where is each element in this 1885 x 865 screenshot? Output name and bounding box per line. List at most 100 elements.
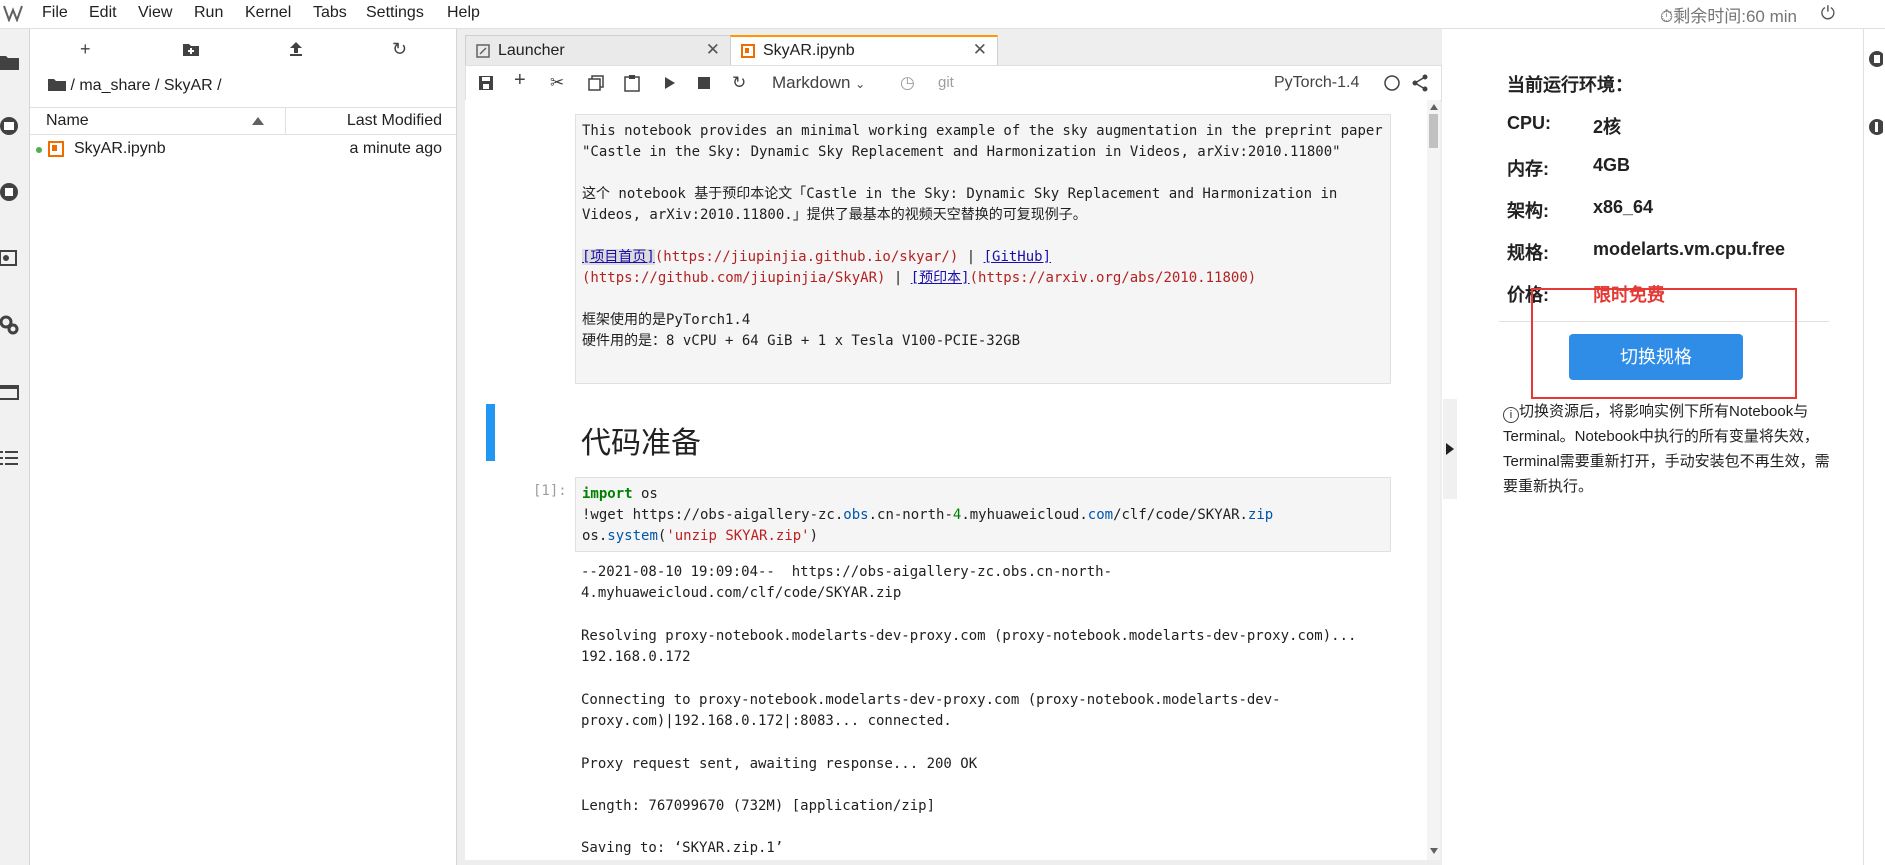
upload-icon[interactable] (288, 41, 304, 57)
menu-help[interactable]: Help (447, 4, 480, 22)
paste-icon[interactable] (624, 74, 640, 92)
tabs-icon[interactable] (0, 381, 20, 403)
section-heading[interactable]: 代码准备 (581, 418, 701, 462)
environment-title: 当前运行环境： (1507, 75, 1633, 95)
power-icon[interactable]: ⏻ (1821, 3, 1835, 24)
breadcrumb-path[interactable]: / ma_share / SkyAR / (70, 77, 221, 94)
new-launcher-icon[interactable]: + (80, 39, 91, 60)
code-cell-1[interactable]: import os !wget https://obs-aigallery-zc… (575, 477, 1391, 552)
code-text: .myhuaweicloud. (961, 507, 1088, 523)
column-divider[interactable] (285, 108, 286, 134)
link-preprint[interactable]: [预印本] (911, 270, 970, 286)
menu-view[interactable]: View (138, 4, 172, 22)
scroll-thumb[interactable] (1429, 114, 1438, 148)
timer-icon: ⏱ (1659, 7, 1674, 26)
cell-type-select[interactable]: Markdown ⌄ (772, 73, 865, 93)
code-text: /clf/code/SKYAR. (1113, 507, 1248, 523)
refresh-icon[interactable]: ↻ (392, 39, 407, 60)
run-icon[interactable] (664, 77, 676, 89)
notebook-icon (48, 141, 64, 157)
output-line: --2021-08-10 19:09:04-- https://obs-aiga… (581, 564, 1113, 601)
share-icon[interactable] (1412, 74, 1428, 92)
jupyter-logo-icon (3, 5, 23, 22)
folder-icon[interactable] (48, 77, 66, 91)
link-github[interactable]: [GitHub] (984, 249, 1051, 265)
close-icon[interactable]: ✕ (706, 40, 720, 60)
tab-label: Launcher (498, 42, 565, 59)
scroll-up-icon[interactable] (1430, 104, 1438, 110)
file-list-header: Name Last Modified (30, 107, 456, 135)
separator: | (958, 249, 984, 265)
timer-text: 剩余时间:60 min (1673, 7, 1797, 26)
menu-file[interactable]: File (42, 4, 68, 22)
folder-icon[interactable] (0, 51, 20, 73)
stop-kernel-icon[interactable] (698, 77, 710, 89)
new-folder-icon[interactable] (182, 41, 200, 57)
tab-bar: Launcher ✕ SkyAR.ipynb ✕ (465, 35, 1440, 66)
code-attr: system (607, 528, 658, 544)
cell-prompt: [1]: (533, 483, 567, 499)
switch-warning-note: i 切换资源后，将影响实例下所有Notebook与Terminal。Noteboo… (1503, 399, 1843, 499)
code-text: os. (582, 528, 608, 544)
chevron-right-icon (1446, 443, 1454, 455)
link-preprint-url: (https://arxiv.org/abs/2010.11800) (969, 270, 1257, 286)
history-icon[interactable]: ◷ (900, 73, 915, 93)
column-name[interactable]: Name (46, 112, 89, 130)
code-text: .cn-north- (868, 507, 953, 523)
kernel-status-icon (1384, 75, 1400, 91)
close-icon[interactable]: ✕ (973, 40, 987, 60)
menu-settings[interactable]: Settings (366, 4, 424, 22)
cpu-label: CPU: (1507, 113, 1551, 133)
tab-launcher[interactable]: Launcher ✕ (465, 35, 731, 65)
file-name[interactable]: SkyAR.ipynb (74, 140, 166, 158)
save-icon[interactable] (478, 75, 494, 91)
collapse-panel-button[interactable] (1443, 399, 1457, 499)
code-text: !wget https://obs-aigallery-zc. (582, 507, 844, 523)
notebook-content[interactable]: This notebook provides an minimal workin… (465, 100, 1427, 860)
breadcrumb: / ma_share / SkyAR / (48, 77, 222, 95)
hardware-text: 硬件用的是：8 vCPU + 64 GiB + 1 x Tesla V100-P… (582, 333, 1021, 349)
tab-skyar-notebook[interactable]: SkyAR.ipynb ✕ (730, 35, 998, 66)
debugger-icon[interactable] (1867, 117, 1883, 137)
cpu-value: 2核 (1593, 117, 1622, 137)
menu-kernel[interactable]: Kernel (245, 4, 291, 22)
cut-icon[interactable]: ✂ (550, 73, 564, 93)
menu-tabs[interactable]: Tabs (313, 4, 347, 22)
stop-icon[interactable] (0, 181, 20, 203)
running-icon[interactable] (0, 115, 20, 137)
memory-label: 内存: (1507, 159, 1549, 179)
property-inspector-icon[interactable] (1867, 49, 1883, 69)
code-attr: com (1087, 507, 1114, 523)
git-button[interactable]: git (938, 74, 954, 91)
file-row[interactable]: SkyAR.ipynb a minute ago (30, 139, 456, 163)
code-attr: obs (843, 507, 869, 523)
output-line: Saving to: ‘SKYAR.zip.1’ (581, 840, 784, 856)
highlight-box (1531, 288, 1797, 399)
markdown-cell-intro[interactable]: This notebook provides an minimal workin… (575, 114, 1391, 384)
output-line: Connecting to proxy-notebook.modelarts-d… (581, 692, 1281, 729)
scroll-down-icon[interactable] (1430, 848, 1438, 854)
settings-icon[interactable] (0, 314, 20, 336)
arch-value: x86_64 (1593, 197, 1654, 217)
insert-cell-icon[interactable]: + (514, 69, 526, 92)
sort-up-icon[interactable] (252, 117, 264, 125)
cell-type-value: Markdown (772, 73, 851, 92)
file-modified: a minute ago (349, 140, 442, 157)
copy-icon[interactable] (588, 75, 604, 91)
link-project-home[interactable]: [项目首页] (582, 249, 655, 265)
column-last-modified[interactable]: Last Modified (347, 112, 442, 130)
memory-value: 4GB (1593, 155, 1631, 175)
menu-run[interactable]: Run (194, 4, 223, 22)
list-icon[interactable] (0, 447, 20, 469)
scrollbar[interactable] (1427, 100, 1440, 860)
code-keyword: import (582, 486, 633, 502)
menu-edit[interactable]: Edit (89, 4, 117, 22)
kernel-name[interactable]: PyTorch-1.4 (1274, 74, 1359, 92)
active-cell-indicator (486, 404, 495, 461)
framework-text: 框架使用的是PyTorch1.4 (582, 312, 751, 328)
restart-icon[interactable]: ↻ (732, 73, 746, 93)
running-indicator (36, 147, 42, 153)
commands-icon[interactable] (0, 247, 20, 269)
spec-value: modelarts.vm.cpu.free (1593, 239, 1786, 259)
link-project-home-url: (https://jiupinjia.github.io/skyar/) (654, 249, 959, 265)
